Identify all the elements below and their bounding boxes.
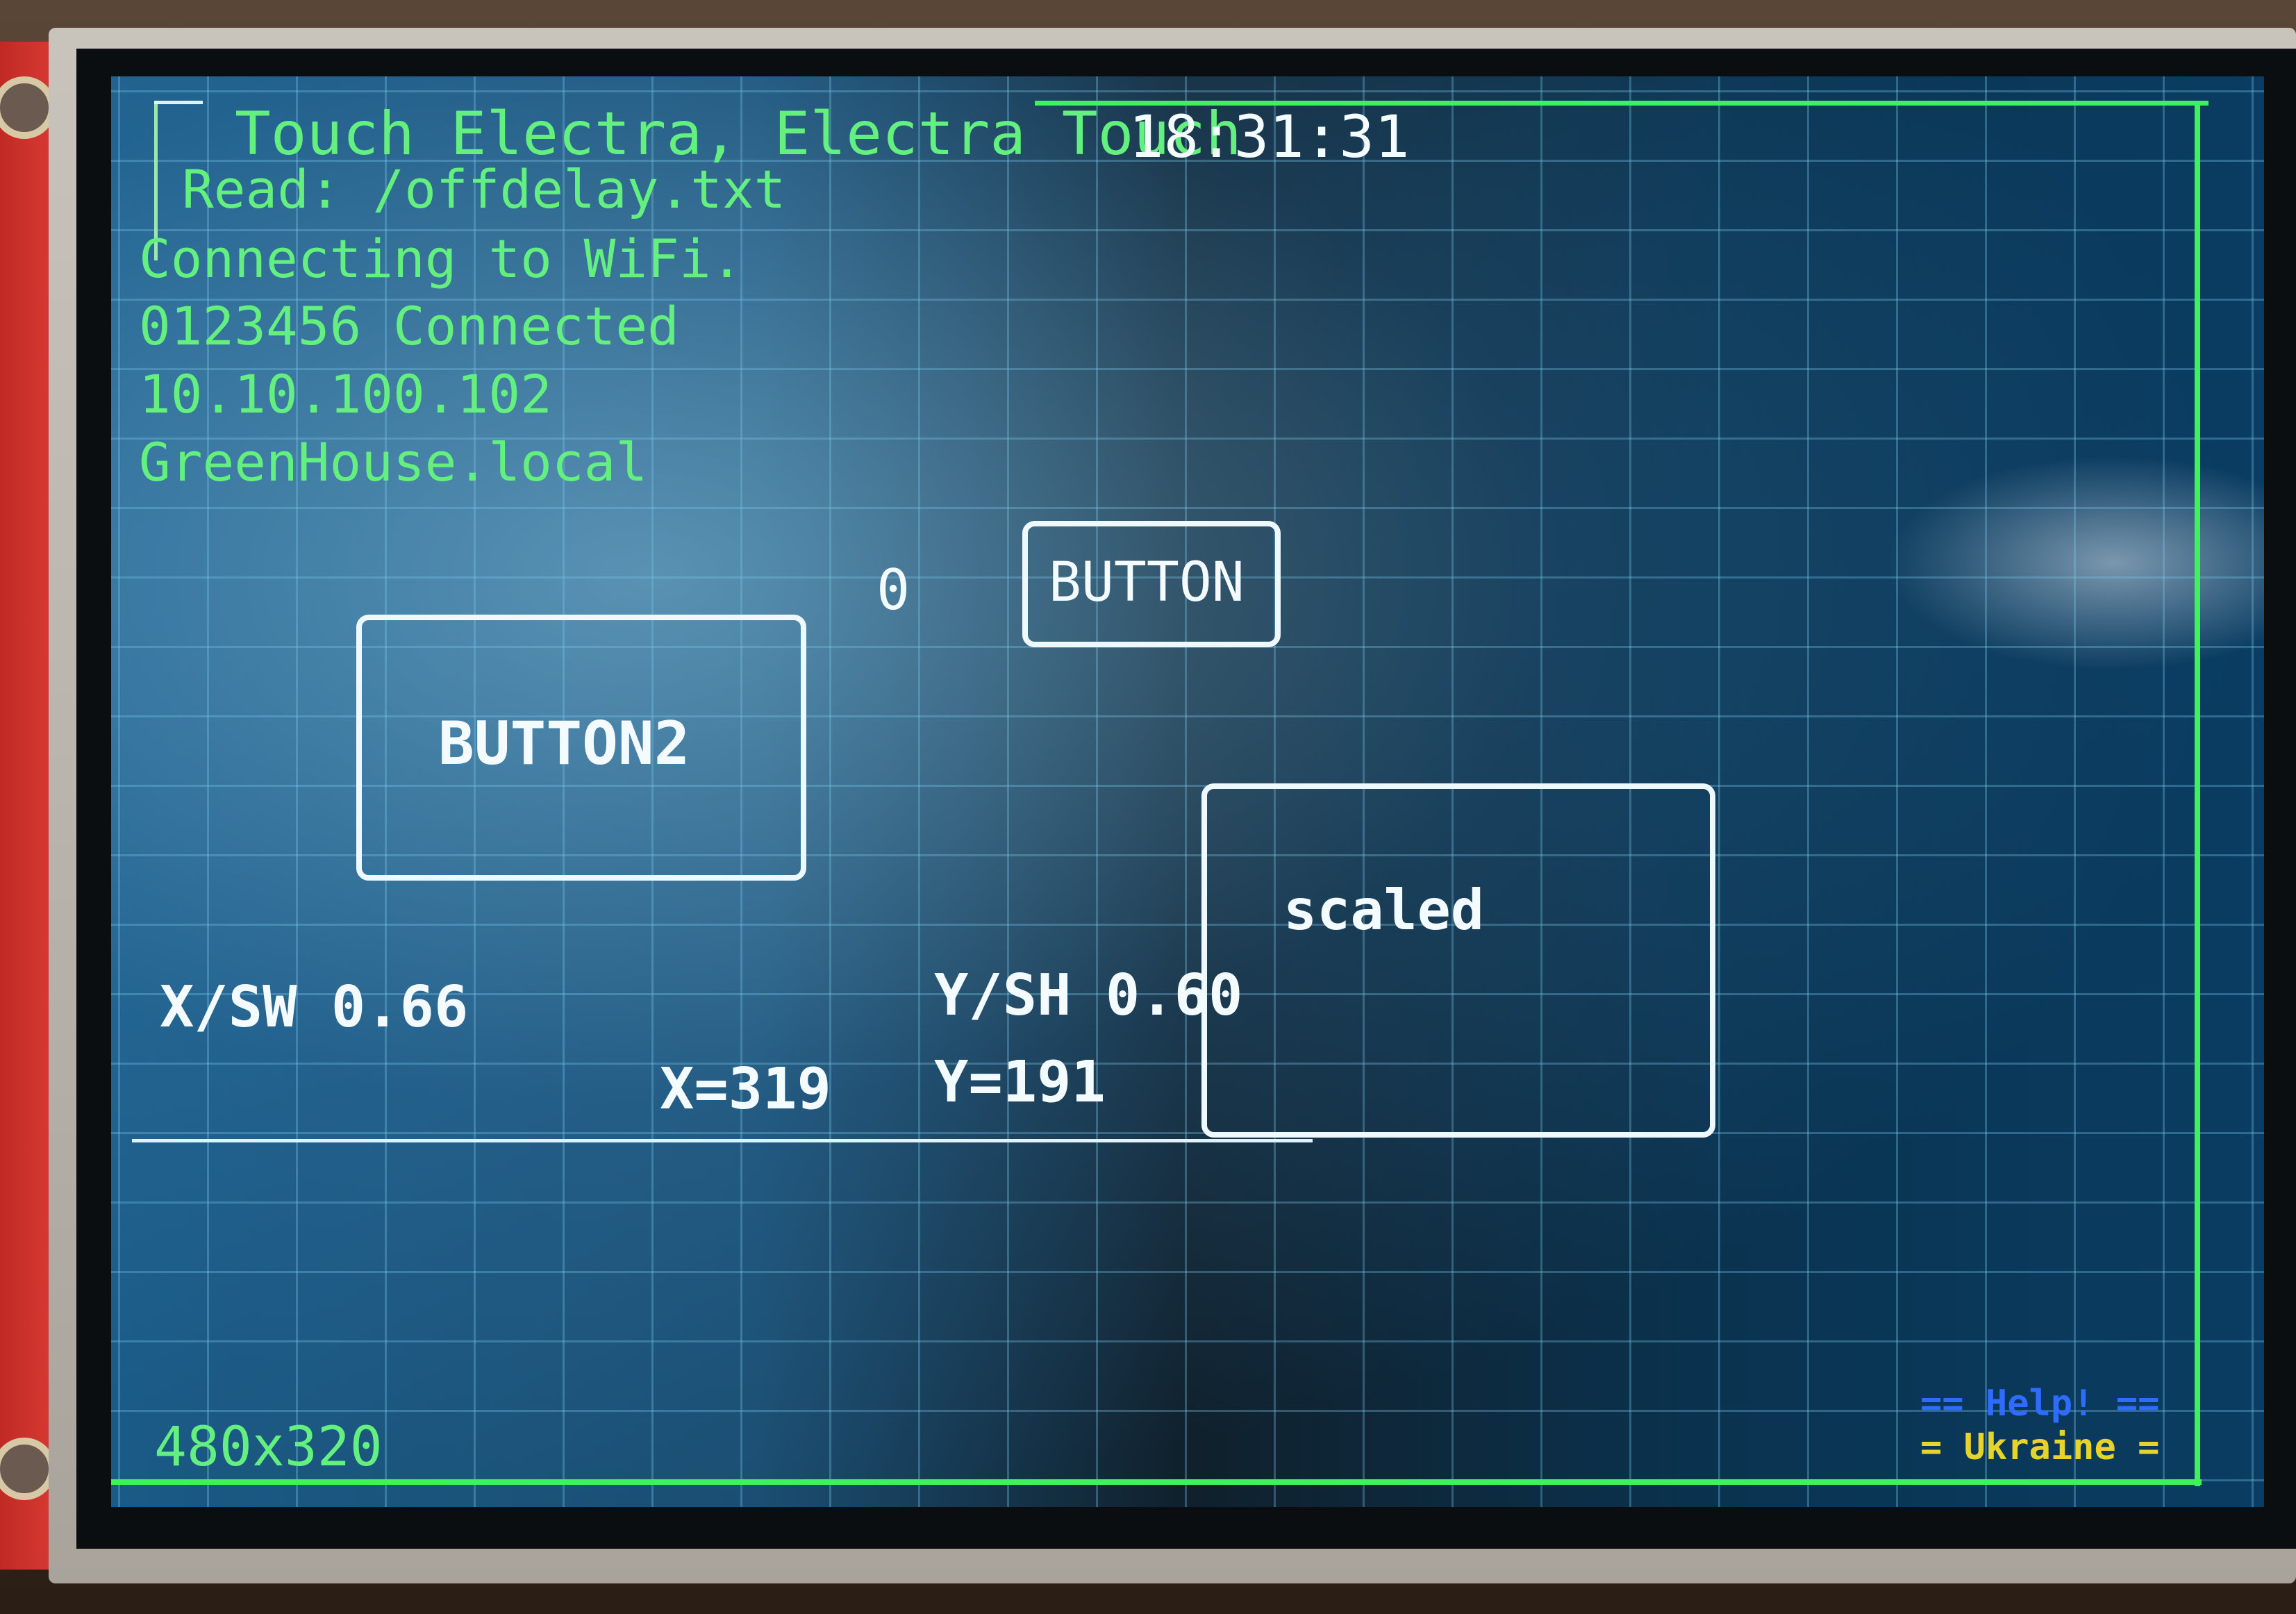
header-corner [154, 101, 203, 104]
y-sh-readout: Y/SH 0.60 [934, 963, 1243, 1029]
button2-label: BUTTON2 [438, 709, 690, 779]
ukraine-label: = Ukraine = [1920, 1426, 2160, 1468]
readout-divider [132, 1139, 1313, 1142]
log-line: Read: /offdelay.txt [182, 158, 786, 220]
button-label: BUTTON [1049, 551, 1245, 614]
frame-bottom [111, 1479, 2202, 1485]
tft-screen: Touch Electra, Electra Touch 18:31:31 Re… [111, 76, 2264, 1507]
log-line: 0123456 Connected [139, 295, 679, 357]
x-sw-readout: X/SW 0.66 [160, 974, 469, 1040]
scaled-button[interactable]: scaled [1201, 783, 1715, 1138]
y-readout: Y=191 [934, 1049, 1106, 1115]
x-readout: X=319 [660, 1056, 831, 1122]
app-title: Touch Electra, Electra Touch [235, 99, 1242, 169]
frame-right [2195, 104, 2200, 1486]
log-line: Connecting to WiFi. [139, 228, 743, 290]
button[interactable]: BUTTON [1022, 521, 1281, 647]
button2[interactable]: BUTTON2 [356, 615, 806, 881]
mounting-hole [0, 1438, 56, 1500]
resolution-label: 480x320 [154, 1416, 383, 1479]
log-line: GreenHouse.local [139, 431, 648, 493]
touch-counter: 0 [876, 558, 910, 622]
help-label: == Help! == [1920, 1383, 2160, 1424]
mounting-hole [0, 76, 56, 139]
log-line: 10.10.100.102 [139, 363, 552, 425]
clock-display: 18:31:31 [1129, 103, 1410, 171]
scaled-button-label: scaled [1283, 878, 1484, 942]
